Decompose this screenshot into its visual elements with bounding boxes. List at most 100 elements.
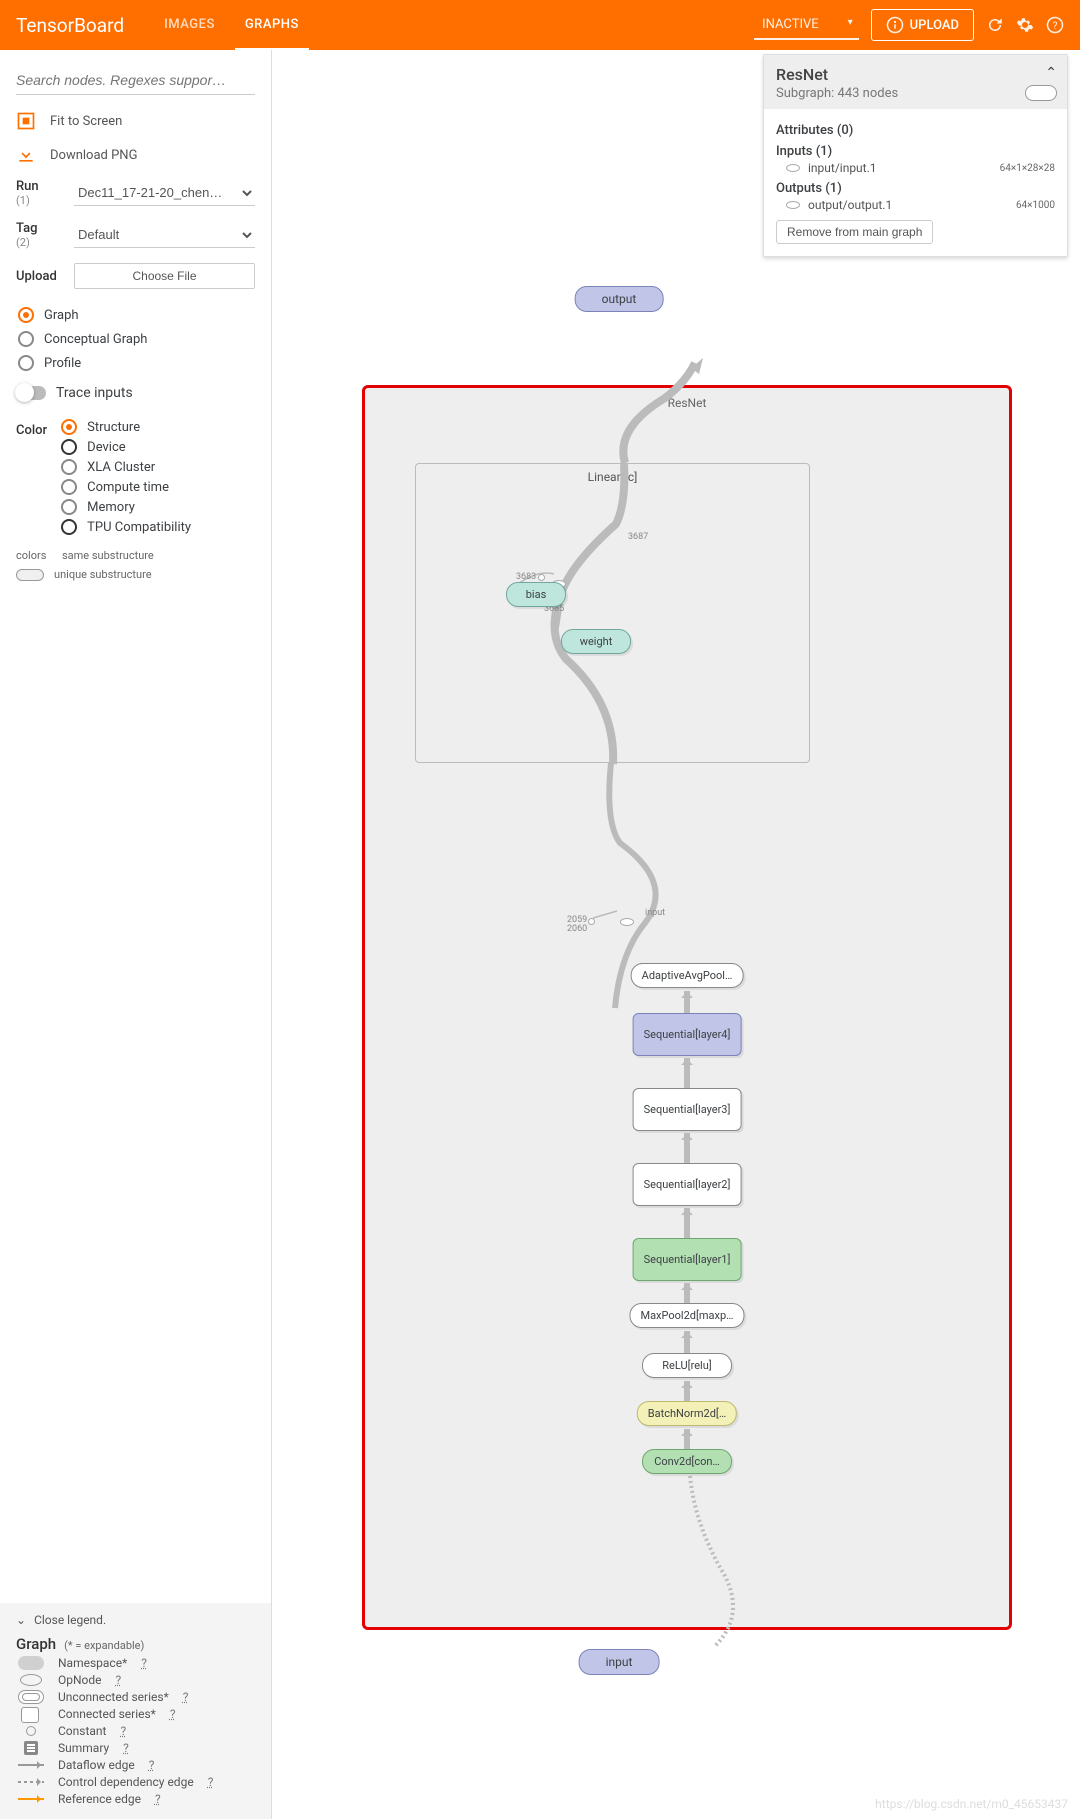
control-icon — [18, 1781, 44, 1783]
op-circle[interactable] — [538, 574, 545, 581]
search-input[interactable] — [16, 66, 255, 95]
layer3-node[interactable]: Sequential[layer3] — [633, 1088, 742, 1131]
namespace-icon — [18, 1656, 44, 1670]
constant-icon — [26, 1726, 36, 1736]
help-icon[interactable]: ? — [170, 1707, 176, 1721]
legend-constant: Constant — [58, 1724, 106, 1738]
info-input-text: input/input.1 — [808, 161, 877, 175]
input-node[interactable]: input — [579, 1649, 660, 1675]
layer2-node[interactable]: Sequential[layer2] — [633, 1163, 742, 1206]
lbl-input: input — [645, 908, 665, 918]
info-toggle[interactable] — [1025, 85, 1057, 101]
legend-sub: (* = expandable) — [64, 1639, 144, 1652]
help-icon[interactable]: ? — [120, 1724, 126, 1738]
ellipse-icon — [786, 164, 800, 172]
linear-box[interactable]: Linear[fc] 3687 3683 3685 bias weight — [415, 463, 810, 763]
radio-conceptual[interactable] — [18, 331, 34, 347]
download-label: Download PNG — [50, 148, 137, 163]
close-legend-label: Close legend. — [34, 1613, 106, 1627]
radio-xla[interactable] — [61, 459, 77, 475]
info-title: ResNet — [776, 65, 1055, 84]
weight-node[interactable]: weight — [561, 629, 631, 654]
unconnected-icon — [18, 1690, 44, 1704]
info-input-item[interactable]: input/input.164×1×28×28 — [786, 161, 1055, 175]
help-icon[interactable]: ? — [1046, 16, 1064, 34]
bn-node[interactable]: BatchNorm2d[… — [637, 1401, 737, 1426]
op-ellipse-2[interactable] — [620, 918, 634, 926]
dataflow-icon — [18, 1764, 44, 1766]
run-label: Run — [16, 179, 60, 194]
close-legend[interactable]: ⌄Close legend. — [16, 1613, 255, 1627]
info-attrs: Attributes (0) — [776, 123, 1055, 138]
resnet-frame[interactable]: ResNet Linear[fc] 3687 3683 3685 bias we… — [362, 385, 1012, 1630]
download-png[interactable]: Download PNG — [16, 145, 255, 165]
edge — [684, 1058, 690, 1088]
refresh-icon[interactable] — [986, 16, 1004, 34]
sidebar: Fit to Screen Download PNG Run (1) Dec11… — [0, 50, 272, 1819]
layer1-node[interactable]: Sequential[layer1] — [633, 1238, 742, 1281]
radio-profile[interactable] — [18, 355, 34, 371]
radio-device[interactable] — [61, 439, 77, 455]
maxpool-node[interactable]: MaxPool2d[maxp… — [629, 1303, 744, 1328]
run-select[interactable]: Dec11_17-21-20_chen… — [74, 180, 255, 206]
radio-structure[interactable] — [61, 419, 77, 435]
help-icon[interactable]: ? — [183, 1690, 189, 1704]
choose-file-button[interactable]: Choose File — [74, 263, 255, 289]
info-subtitle: Subgraph: 443 nodes — [776, 86, 1055, 101]
chevron-up-icon[interactable]: ⌃ — [1045, 65, 1057, 81]
radio-compute[interactable] — [61, 479, 77, 495]
gear-icon[interactable] — [1016, 16, 1034, 34]
ellipse-icon — [786, 201, 800, 209]
op-circle-2[interactable] — [588, 918, 595, 925]
layer4-node[interactable]: Sequential[layer4] — [633, 1013, 742, 1056]
lbl-2060: 2060 — [567, 924, 587, 934]
help-icon[interactable]: ? — [123, 1741, 129, 1755]
radio-graph-label: Graph — [44, 308, 79, 323]
info-outputs-h: Outputs (1) — [776, 181, 1055, 196]
conv-node[interactable]: Conv2d[con… — [642, 1449, 732, 1474]
legend-namespace: Namespace* — [58, 1656, 127, 1670]
tag-count: (2) — [16, 236, 60, 249]
help-icon[interactable]: ? — [208, 1775, 214, 1789]
tag-label: Tag — [16, 221, 60, 236]
radio-memory[interactable] — [61, 499, 77, 515]
legend-control: Control dependency edge — [58, 1775, 194, 1789]
graph-canvas[interactable]: output ResNet Linear[fc] 3687 3683 3685 — [272, 50, 1080, 1819]
radio-device-label: Device — [87, 440, 126, 455]
summary-icon — [24, 1741, 38, 1755]
relu-node[interactable]: ReLU[relu] — [642, 1353, 732, 1378]
radio-tpu[interactable] — [61, 519, 77, 535]
flow-bottom — [365, 1476, 1015, 1636]
legend-title: Graph — [16, 1635, 56, 1653]
output-node[interactable]: output — [575, 286, 664, 312]
edge — [684, 991, 690, 1013]
legend-dataflow: Dataflow edge — [58, 1758, 135, 1772]
tag-select[interactable]: Default — [74, 222, 255, 248]
tab-images[interactable]: IMAGES — [154, 1, 225, 50]
info-output-item[interactable]: output/output.164×1000 — [786, 198, 1055, 212]
tab-graphs[interactable]: GRAPHS — [235, 1, 309, 50]
help-icon[interactable]: ? — [141, 1656, 147, 1670]
help-icon[interactable]: ? — [149, 1758, 155, 1772]
watermark: https://blog.csdn.net/m0_45653437 — [875, 1797, 1068, 1811]
fit-icon — [16, 111, 36, 131]
avgpool-node[interactable]: AdaptiveAvgPool… — [631, 963, 744, 988]
fit-to-screen[interactable]: Fit to Screen — [16, 111, 255, 131]
edge — [684, 1283, 690, 1303]
radio-conceptual-label: Conceptual Graph — [44, 332, 147, 347]
trace-toggle[interactable] — [16, 386, 46, 400]
legend-summary: Summary — [58, 1741, 109, 1755]
help-icon[interactable]: ? — [155, 1792, 161, 1806]
info-icon — [886, 16, 904, 34]
inactive-select[interactable]: INACTIVE — [754, 11, 859, 40]
header-tabs: IMAGES GRAPHS — [154, 1, 309, 50]
app-header: TensorBoard IMAGES GRAPHS INACTIVE UPLOA… — [0, 0, 1080, 50]
remove-button[interactable]: Remove from main graph — [776, 220, 933, 244]
help-icon[interactable]: ? — [116, 1673, 122, 1687]
bias-node[interactable]: bias — [506, 582, 566, 607]
fit-label: Fit to Screen — [50, 114, 122, 129]
upload-button[interactable]: UPLOAD — [871, 9, 974, 41]
upload-label: Upload — [16, 269, 60, 284]
opnode-icon — [20, 1674, 42, 1686]
radio-graph[interactable] — [18, 307, 34, 323]
